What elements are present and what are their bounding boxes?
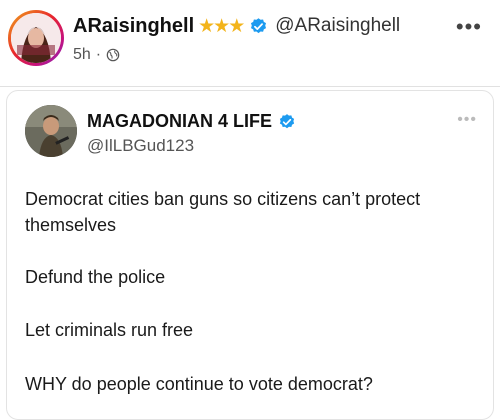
quoted-paragraph: Let criminals run free <box>25 320 194 340</box>
globe-icon <box>106 48 120 62</box>
meta-separator: · <box>95 46 102 63</box>
quoted-more-icon[interactable]: ••• <box>457 111 477 129</box>
quoted-paragraph: Defund the police <box>25 267 166 287</box>
post-header: ARaisinghell ★★★ @ARaisinghell 5h · ••• <box>0 0 500 80</box>
post-time: 5h <box>73 46 91 63</box>
more-icon[interactable]: ••• <box>456 14 482 40</box>
author-name[interactable]: ARaisinghell <box>73 15 194 38</box>
quoted-post[interactable]: MAGADONIAN 4 LIFE @IlLBGud123 ••• Democr… <box>6 90 494 420</box>
quoted-paragraph: Democrat cities ban guns so citizens can… <box>25 189 421 235</box>
author-avatar[interactable] <box>8 10 64 66</box>
verified-badge-icon <box>279 113 295 128</box>
quoted-author-name[interactable]: MAGADONIAN 4 LIFE <box>87 111 272 132</box>
post-meta: 5h · <box>73 46 120 64</box>
quoted-author-avatar[interactable] <box>25 105 77 157</box>
quoted-paragraph: WHY do people continue to vote democrat? <box>25 374 373 394</box>
author-avatar-image <box>11 13 61 63</box>
verified-badge-icon <box>251 17 267 33</box>
star-rating-icon: ★★★ <box>198 15 245 37</box>
divider <box>0 86 500 87</box>
author-handle[interactable]: @ARaisinghell <box>275 15 400 37</box>
quoted-author-handle[interactable]: @IlLBGud123 <box>87 136 194 156</box>
